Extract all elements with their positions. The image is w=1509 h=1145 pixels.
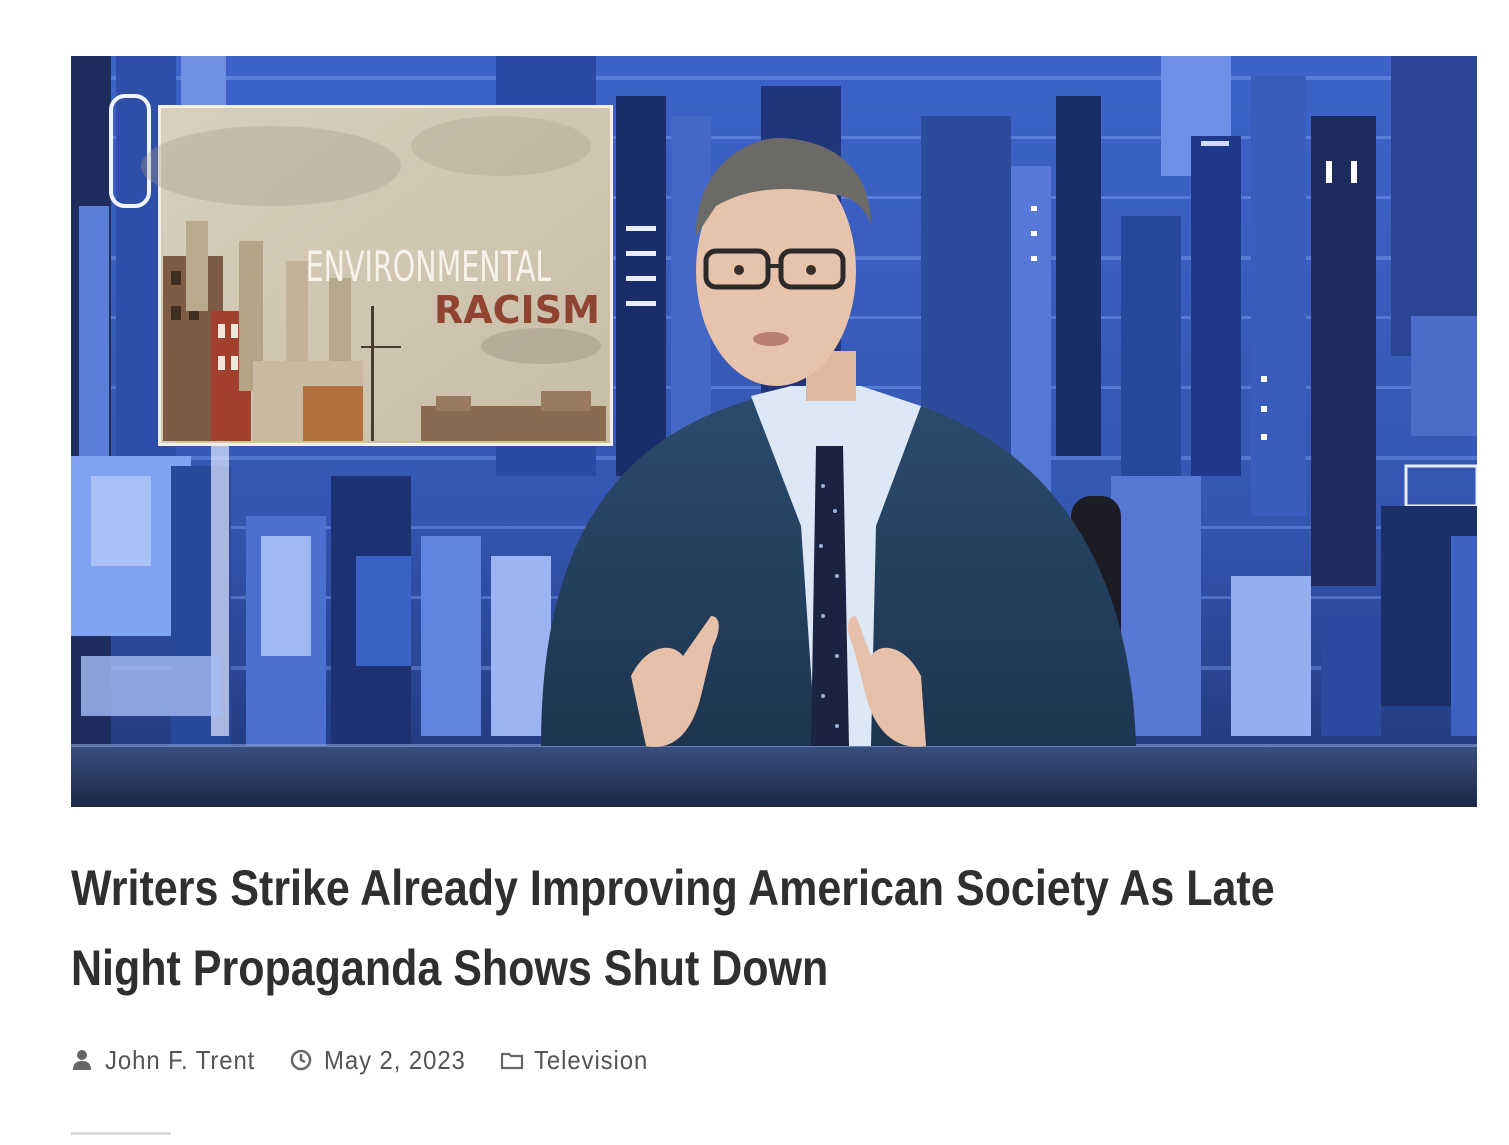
- article-title[interactable]: Writers Strike Already Improving America…: [71, 848, 1292, 1008]
- inset-title-line1: ENVIRONMENTAL: [306, 244, 552, 292]
- folder-icon: [500, 1049, 524, 1071]
- user-icon: [71, 1049, 93, 1071]
- category-link[interactable]: Television: [534, 1045, 648, 1076]
- publish-date: May 2, 2023: [324, 1044, 467, 1075]
- meta-date: May 2, 2023: [290, 1045, 478, 1076]
- hero-illustration: ENVIRONMENTAL RACISM: [71, 56, 1477, 807]
- inset-graphic: ENVIRONMENTAL RACISM: [141, 105, 613, 446]
- divider: [71, 1132, 171, 1135]
- article-meta: John F. Trent May 2, 2023 Television: [71, 1040, 681, 1080]
- hero-image[interactable]: ENVIRONMENTAL RACISM: [71, 56, 1477, 807]
- meta-category[interactable]: Television: [500, 1045, 658, 1076]
- author-name[interactable]: John F. Trent: [105, 1045, 255, 1076]
- clock-icon: [290, 1049, 312, 1071]
- inset-title-line2: RACISM: [434, 288, 600, 332]
- meta-author[interactable]: John F. Trent: [71, 1045, 268, 1076]
